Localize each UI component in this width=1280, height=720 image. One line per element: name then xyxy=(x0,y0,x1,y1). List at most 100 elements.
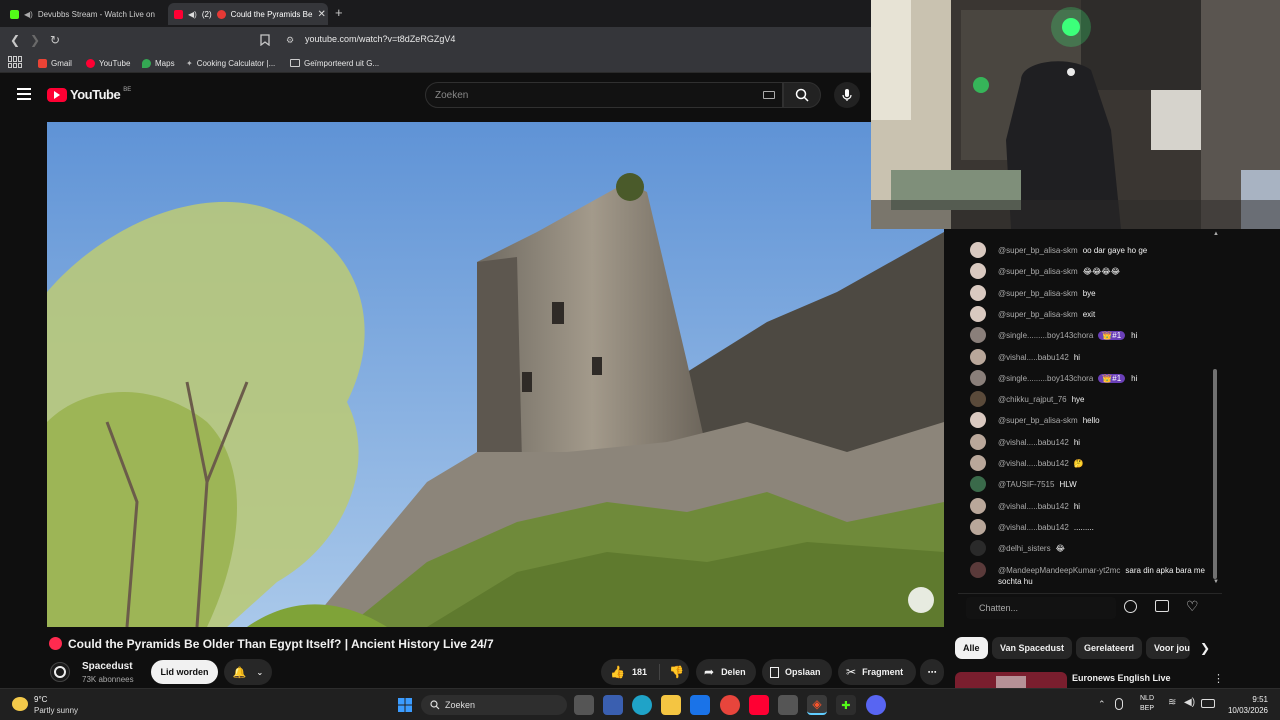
bookmark-gmail[interactable]: Gmail xyxy=(38,55,72,71)
chip-all[interactable]: Alle xyxy=(955,637,988,659)
dislike-icon[interactable]: 👎 xyxy=(669,665,684,679)
recommendation-title[interactable]: Euronews English Live xyxy=(1072,673,1171,683)
chat-avatar[interactable] xyxy=(970,391,986,408)
bookmark-icon[interactable] xyxy=(257,32,273,48)
join-button[interactable]: Lid worden xyxy=(151,660,218,684)
notification-button[interactable]: 🔔 ⌄ xyxy=(224,659,272,685)
language-top[interactable]: NLD xyxy=(1140,695,1154,702)
chat-author[interactable]: @single.........boy143chora xyxy=(998,374,1093,383)
chat-author[interactable]: @super_bp_alisa-skm xyxy=(998,267,1078,276)
chat-author[interactable]: @vishal.....babu142 xyxy=(998,459,1069,468)
more-actions-button[interactable]: ⋯ xyxy=(920,659,944,685)
bookmark-cooking[interactable]: ✦ Cooking Calculator |... xyxy=(186,55,275,71)
mic-tray-icon[interactable] xyxy=(1115,698,1123,710)
brave-icon[interactable]: ◈ xyxy=(807,695,827,715)
address-bar[interactable]: youtube.com/watch?v=t8dZeRGZgV4 xyxy=(305,34,455,44)
chat-avatar[interactable] xyxy=(970,540,986,557)
bookmark-youtube[interactable]: YouTube xyxy=(86,55,130,71)
apps-grid-icon[interactable] xyxy=(8,56,22,68)
chat-message[interactable]: @chikku_rajput_76 hye xyxy=(958,391,1216,408)
chat-author[interactable]: @super_bp_alisa-skm xyxy=(998,416,1078,425)
weather-icon[interactable] xyxy=(12,697,28,711)
scroll-up-icon[interactable]: ▲ xyxy=(1213,231,1219,237)
chat-message[interactable]: @vishal.....babu142 hi xyxy=(958,348,1216,365)
chat-avatar[interactable] xyxy=(970,518,986,535)
edge-icon[interactable] xyxy=(632,695,652,715)
close-tab-icon[interactable]: ✕ xyxy=(317,9,325,20)
wifi-icon[interactable]: ≋ xyxy=(1168,697,1176,708)
save-button[interactable]: Opslaan xyxy=(762,659,832,685)
chat-message[interactable]: @super_bp_alisa-skm bye xyxy=(958,284,1216,301)
video-player[interactable] xyxy=(47,122,944,627)
chat-message[interactable]: @vishal.....babu142 hi xyxy=(958,433,1216,450)
heart-icon[interactable]: ♡ xyxy=(1186,598,1199,615)
chat-message[interactable]: @super_bp_alisa-skm oo dar gaye ho ge xyxy=(958,242,1216,258)
clock-time[interactable]: 9:51 xyxy=(1224,695,1268,704)
chat-avatar[interactable] xyxy=(970,412,986,429)
calculator-icon[interactable] xyxy=(778,695,798,715)
discord-icon[interactable] xyxy=(866,695,886,715)
youtube-app-icon[interactable] xyxy=(749,695,769,715)
voice-search-button[interactable] xyxy=(834,82,860,108)
chat-author[interactable]: @delhi_sisters xyxy=(998,544,1051,553)
chat-avatar[interactable] xyxy=(970,433,986,450)
youtube-logo[interactable]: YouTube BE xyxy=(47,87,131,102)
site-info-icon[interactable]: ⚙ xyxy=(282,32,298,48)
chat-author[interactable]: @vishal.....babu142 xyxy=(998,502,1069,511)
chip-for-you[interactable]: Voor jou xyxy=(1146,637,1190,659)
chat-avatar[interactable] xyxy=(970,476,986,493)
recommendation-thumbnail[interactable] xyxy=(955,672,1067,688)
file-explorer-icon[interactable] xyxy=(661,695,681,715)
chat-scrollbar[interactable] xyxy=(1213,369,1217,579)
task-view-icon[interactable] xyxy=(574,695,594,715)
chat-avatar[interactable] xyxy=(970,284,986,301)
chat-author[interactable]: @super_bp_alisa-skm xyxy=(998,310,1078,319)
chat-author[interactable]: @super_bp_alisa-skm xyxy=(998,289,1078,298)
chat-avatar[interactable] xyxy=(970,561,986,578)
chat-message[interactable]: @vishal.....babu142 hi xyxy=(958,497,1216,514)
language-bottom[interactable]: BEP xyxy=(1140,705,1154,712)
like-icon[interactable]: 👍 xyxy=(610,665,625,679)
chat-avatar[interactable] xyxy=(970,348,986,365)
chip-related[interactable]: Gerelateerd xyxy=(1076,637,1143,659)
new-tab-icon[interactable]: + xyxy=(335,5,343,20)
chat-message[interactable]: @MandeepMandeepKumar-yt2mc sara din apka … xyxy=(958,561,1216,587)
chat-author[interactable]: @chikku_rajput_76 xyxy=(998,395,1067,404)
scroll-down-icon[interactable]: ▼ xyxy=(1213,579,1219,585)
chat-author[interactable]: @vishal.....babu142 xyxy=(998,353,1069,362)
chat-avatar[interactable] xyxy=(970,497,986,514)
taskbar-search[interactable]: Zoeken xyxy=(421,695,567,715)
chips-next-icon[interactable]: ❯ xyxy=(1200,641,1210,655)
chat-author[interactable]: @vishal.....babu142 xyxy=(998,438,1069,447)
recommendation-menu-icon[interactable]: ⋮ xyxy=(1213,672,1224,685)
reload-icon[interactable]: ↻ xyxy=(47,32,63,48)
start-button[interactable] xyxy=(395,695,415,715)
channel-avatar[interactable] xyxy=(50,662,70,682)
back-icon[interactable]: ❮ xyxy=(7,32,23,48)
obs-icon[interactable]: ✚ xyxy=(836,695,856,715)
chat-avatar[interactable] xyxy=(970,305,986,322)
chip-from-channel[interactable]: Van Spacedust xyxy=(992,637,1073,659)
search-input[interactable]: Zoeken xyxy=(425,82,783,108)
tab-devubbs[interactable]: ◀) Devubbs Stream - Watch Live on xyxy=(4,3,164,25)
chat-avatar[interactable] xyxy=(970,242,986,258)
outlook-icon[interactable] xyxy=(690,695,710,715)
channel-watermark-icon[interactable] xyxy=(908,587,934,613)
store-icon[interactable] xyxy=(603,695,623,715)
chat-avatar[interactable] xyxy=(970,327,986,344)
chat-avatar[interactable] xyxy=(970,455,986,471)
chat-author[interactable]: @TAUSIF-7515 xyxy=(998,480,1054,489)
bookmark-folder[interactable]: Geïmporteerd uit G... xyxy=(290,55,379,71)
bookmark-maps[interactable]: Maps xyxy=(142,55,175,71)
tab-pyramids[interactable]: ◀) (2) Could the Pyramids Be ✕ xyxy=(168,3,328,25)
chrome-icon[interactable] xyxy=(720,695,740,715)
super-chat-icon[interactable] xyxy=(1155,600,1169,612)
chat-message[interactable]: @TAUSIF-7515 HLW xyxy=(958,476,1216,493)
volume-icon[interactable]: ◀) xyxy=(1184,697,1195,708)
chat-message[interactable]: @super_bp_alisa-skm hello xyxy=(958,412,1216,429)
search-button[interactable] xyxy=(783,82,821,108)
share-button[interactable]: ➦ Delen xyxy=(696,659,756,685)
chat-author[interactable]: @MandeepMandeepKumar-yt2mc xyxy=(998,566,1120,575)
chat-message[interactable]: @super_bp_alisa-skm 😂😂😂😂 xyxy=(958,263,1216,280)
chat-message[interactable]: @super_bp_alisa-skm exit xyxy=(958,305,1216,322)
